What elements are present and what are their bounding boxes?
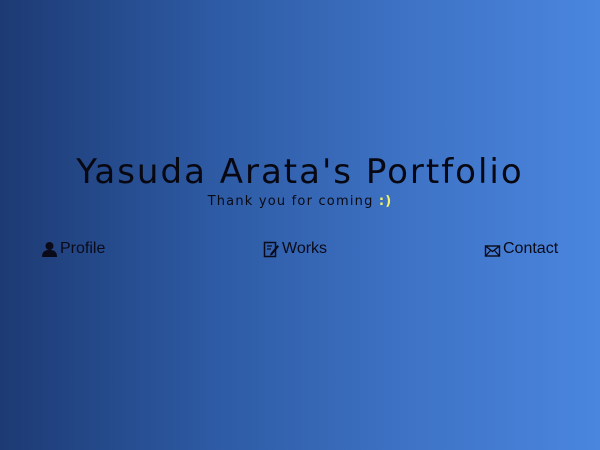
tagline-text: Thank you for coming bbox=[207, 194, 374, 209]
envelope-icon bbox=[484, 241, 501, 258]
page-title: Yasuda Arata's Portfolio bbox=[76, 152, 524, 192]
nav-profile-link[interactable]: Profile bbox=[41, 240, 105, 258]
smiley: :) bbox=[378, 194, 393, 209]
nav-profile-label: Profile bbox=[60, 240, 106, 257]
edit-icon bbox=[263, 241, 280, 258]
user-icon bbox=[41, 241, 58, 258]
nav-works-link[interactable]: Works bbox=[263, 240, 327, 258]
nav-works-label: Works bbox=[282, 240, 328, 257]
main-nav: Profile Works Contact bbox=[0, 240, 600, 266]
hero-section: Yasuda Arata's Portfolio Thank you for c… bbox=[0, 152, 600, 211]
tagline: Thank you for coming :) bbox=[0, 193, 600, 211]
nav-contact-label: Contact bbox=[503, 240, 559, 257]
nav-contact-link[interactable]: Contact bbox=[484, 240, 558, 258]
